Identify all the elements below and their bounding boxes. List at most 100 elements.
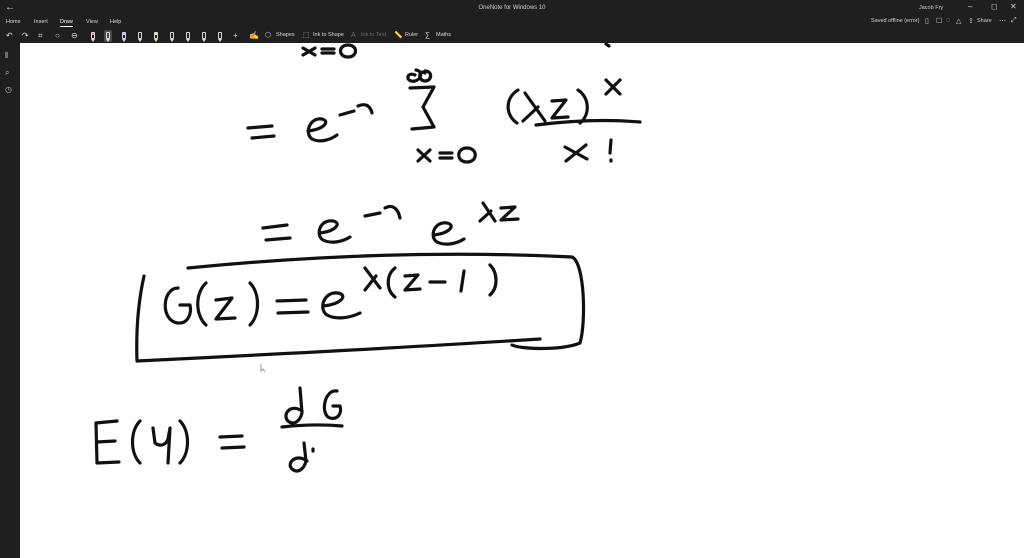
ink-stroke [250, 134, 276, 140]
ink-stroke [275, 298, 310, 315]
ink-to-shape-button[interactable]: Ink to Shape [313, 32, 344, 38]
ink-stroke [608, 138, 613, 163]
draw-ribbon: ↶ ↷ ⌗ ○ ⊖ + ✍ ⬡ Shapes ⬚ Ink to Shape A … [0, 29, 1024, 43]
ink-stroke [94, 419, 121, 465]
shapes-button[interactable]: Shapes [276, 32, 295, 38]
maths-button[interactable]: Maths [436, 32, 451, 38]
pen-pink-icon[interactable] [89, 30, 97, 42]
ink-stroke [196, 281, 208, 327]
maximize-icon[interactable]: ◻ [991, 2, 998, 11]
draw-with-touch-icon[interactable]: ✍ [249, 30, 259, 42]
highlighter-yellow-icon[interactable] [152, 30, 160, 42]
minimize-icon[interactable]: – [968, 2, 972, 11]
ink-stroke [459, 269, 466, 293]
ink-stroke [288, 441, 309, 473]
touch-icon[interactable]: ☐ [936, 17, 942, 25]
ink-stroke [321, 291, 362, 320]
lasso-icon[interactable]: ○ [55, 30, 60, 42]
ink-stroke [130, 419, 142, 465]
search-icon[interactable]: ⌕ [5, 68, 9, 78]
tab-home[interactable]: Home [6, 19, 21, 25]
ink-stroke [383, 204, 402, 220]
bell-icon[interactable]: △ [956, 17, 961, 25]
expand-icon[interactable]: ⤢ [1011, 17, 1017, 25]
ink-stroke [550, 98, 570, 120]
window-title: OneNote for Windows 10 [478, 5, 546, 11]
notebooks-icon[interactable]: ⫴ [5, 51, 8, 61]
user-name[interactable]: Jacob Fry [919, 5, 943, 11]
tab-insert[interactable]: Insert [34, 19, 48, 25]
ink-stroke [264, 236, 292, 242]
eraser-icon[interactable]: ⊖ [71, 30, 78, 42]
ink-to-text-button: Ink to Text [361, 32, 386, 38]
ink-stroke [488, 263, 498, 297]
more-options-icon[interactable]: ⋯ [999, 17, 1006, 25]
ink-to-text-icon: A [351, 32, 356, 39]
pen-selected-icon[interactable] [104, 30, 112, 42]
share-icon[interactable]: ⇪ [968, 17, 974, 25]
ink-stroke [280, 423, 344, 429]
ink-stroke [457, 146, 477, 164]
ink-stroke [604, 43, 611, 48]
ink-stroke [301, 46, 317, 57]
ink-stroke [356, 103, 374, 115]
tab-help[interactable]: Help [110, 19, 121, 25]
ink-to-shape-icon[interactable]: ⬚ [303, 30, 310, 42]
undo-icon[interactable]: ↶ [6, 30, 13, 42]
recent-clock-icon[interactable]: ◷ [5, 85, 12, 94]
lasso-select-icon[interactable]: ⌗ [38, 30, 43, 42]
ink-stroke [499, 205, 520, 222]
menu-bar: Home Insert Draw View Help Saved offline… [0, 17, 1024, 29]
ruler-icon[interactable]: 📏 [394, 30, 403, 42]
pen-blue-icon[interactable] [120, 30, 128, 42]
ink-stroke [163, 286, 193, 325]
add-pen-icon[interactable]: + [233, 30, 238, 42]
ink-stroke [431, 221, 466, 246]
close-icon[interactable]: ✕ [1010, 2, 1017, 11]
sync-status[interactable]: Saved offline (error) [871, 18, 920, 24]
ink-stroke [151, 426, 172, 465]
ink-stroke [534, 118, 642, 127]
ink-stroke [317, 219, 352, 244]
ink-stroke [178, 419, 190, 465]
title-bar: ← OneNote for Windows 10 Jacob Fry – ◻ ✕ [0, 0, 1024, 17]
ink-stroke [306, 117, 339, 143]
ink-stroke [604, 78, 622, 96]
left-sidebar: ⫴ ⌕ ◷ [0, 43, 20, 558]
pen-icon[interactable] [136, 30, 144, 42]
ink-stroke [338, 43, 358, 59]
pen-icon[interactable] [184, 30, 192, 42]
ink-stroke [322, 389, 343, 420]
ink-stroke [406, 68, 433, 83]
ink-stroke [363, 266, 382, 292]
ink-stroke [214, 296, 237, 321]
ink-drawing [94, 43, 642, 473]
ink-stroke [416, 148, 432, 163]
ink-stroke [246, 124, 274, 130]
page-canvas[interactable] [20, 43, 1024, 558]
ink-stroke [563, 143, 589, 163]
ink-stroke [186, 252, 586, 351]
ink-stroke [408, 85, 436, 131]
pen-pink-swatch [92, 33, 94, 35]
ruler-button[interactable]: Ruler [405, 32, 418, 38]
tab-view[interactable]: View [86, 19, 98, 25]
maths-icon[interactable]: ∑ [425, 30, 430, 42]
shapes-icon[interactable]: ⬡ [265, 30, 271, 42]
notebook-icon[interactable]: ▯ [925, 17, 929, 25]
lightbulb-icon[interactable]: ◌ [946, 17, 950, 24]
redo-icon[interactable]: ↷ [22, 30, 29, 42]
ink-stroke [403, 273, 422, 292]
pen-icon[interactable] [200, 30, 208, 42]
ink-stroke [478, 201, 497, 223]
ink-stroke [363, 211, 382, 218]
ink-stroke [506, 88, 520, 125]
ink-stroke [338, 109, 356, 117]
ink-stroke [386, 266, 397, 299]
tab-draw[interactable]: Draw [60, 19, 73, 27]
pen-icon[interactable] [168, 30, 176, 42]
share-button[interactable]: Share [977, 18, 992, 24]
ink-stroke [576, 88, 589, 125]
ink-stroke [248, 281, 260, 327]
pen-icon[interactable] [216, 30, 224, 42]
